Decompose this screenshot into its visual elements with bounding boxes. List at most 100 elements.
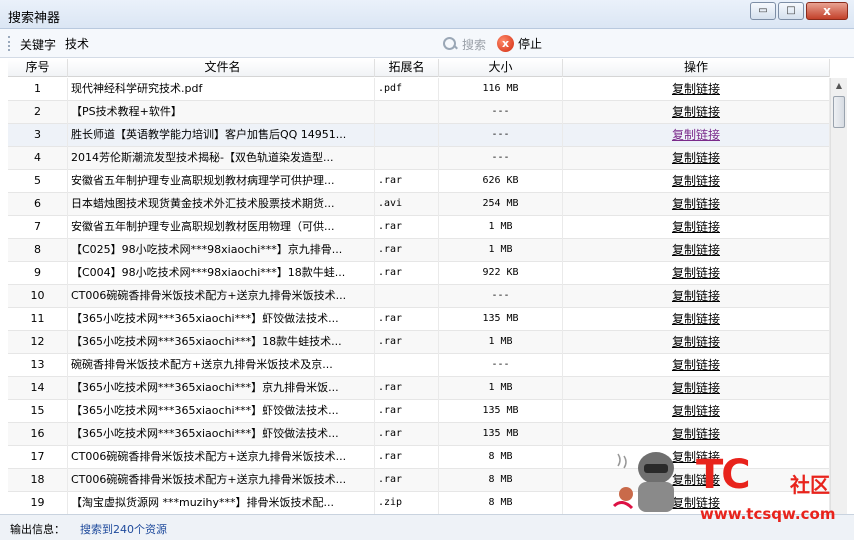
stop-button[interactable]: x 停止	[497, 33, 542, 54]
row-filename: 安徽省五年制护理专业高职规划教材病理学可供护理...	[68, 170, 375, 193]
scroll-thumb[interactable]	[833, 96, 845, 128]
table-row[interactable]: 9 【C004】98小吃技术网***98xiaochi***】18款牛蛙... .r…	[8, 262, 830, 285]
row-filename: 【365小吃技术网***365xiaochi***】虾饺做法技术...	[68, 423, 375, 446]
copy-link-button[interactable]: 复制链接	[672, 473, 720, 487]
row-action-cell: 复制链接	[563, 446, 830, 469]
window-controls: ▭ □ x	[750, 2, 848, 20]
row-action-cell: 复制链接	[563, 170, 830, 193]
row-index: 19	[8, 492, 68, 514]
row-action-cell: 复制链接	[563, 262, 830, 285]
copy-link-button[interactable]: 复制链接	[672, 335, 720, 349]
row-action-cell: 复制链接	[563, 124, 830, 147]
header-size[interactable]: 大小	[439, 59, 563, 77]
table-row[interactable]: 1 现代神经科学研究技术.pdf .pdf 116 MB 复制链接	[8, 78, 830, 101]
header-action[interactable]: 操作	[563, 59, 830, 77]
copy-link-button[interactable]: 复制链接	[672, 243, 720, 257]
copy-link-button[interactable]: 复制链接	[672, 289, 720, 303]
copy-link-button[interactable]: 复制链接	[672, 266, 720, 280]
table-row[interactable]: 15 【365小吃技术网***365xiaochi***】虾饺做法技术... .ra…	[8, 400, 830, 423]
title-bar: 搜索神器 ▭ □ x	[0, 0, 854, 29]
table-row[interactable]: 2 【PS技术教程+软件】 --- 复制链接	[8, 101, 830, 124]
copy-link-button[interactable]: 复制链接	[672, 312, 720, 326]
row-extension: .rar	[375, 308, 439, 331]
table-row[interactable]: 4 2014芳伦斯潮流发型技术揭秘-【双色轨道染发造型... --- 复制链接	[8, 147, 830, 170]
table-row[interactable]: 6 日本蜡烛图技术现货黄金技术外汇技术股票技术期货... .avi 254 MB 复制链…	[8, 193, 830, 216]
row-extension: .rar	[375, 446, 439, 469]
header-extension[interactable]: 拓展名	[375, 59, 439, 77]
row-action-cell: 复制链接	[563, 193, 830, 216]
search-button-label: 搜索	[462, 37, 487, 52]
row-size: 922 KB	[439, 262, 563, 285]
copy-link-button[interactable]: 复制链接	[672, 151, 720, 165]
minimize-button[interactable]: ▭	[750, 2, 776, 20]
table-row[interactable]: 18 CT006碗碗香排骨米饭技术配方+送京九排骨米饭技术... .rar 8 MB 复…	[8, 469, 830, 492]
table-row[interactable]: 3 胜长师道【英语教学能力培训】客户加售后QQ 14951... --- 复制链接	[8, 124, 830, 147]
close-button[interactable]: x	[806, 2, 848, 20]
table-row[interactable]: 19 【淘宝虚拟货源网 ***muzihy***】排骨米饭技术配... .zip 8 …	[8, 492, 830, 514]
row-size: ---	[439, 285, 563, 308]
row-size: ---	[439, 354, 563, 377]
row-size: 1 MB	[439, 377, 563, 400]
row-index: 4	[8, 147, 68, 170]
table-row[interactable]: 17 CT006碗碗香排骨米饭技术配方+送京九排骨米饭技术... .rar 8 MB 复…	[8, 446, 830, 469]
row-index: 5	[8, 170, 68, 193]
stop-button-label: 停止	[518, 37, 543, 51]
row-index: 17	[8, 446, 68, 469]
scroll-up-icon[interactable]: ▲	[831, 78, 847, 94]
copy-link-button[interactable]: 复制链接	[672, 105, 720, 119]
copy-link-button[interactable]: 复制链接	[672, 427, 720, 441]
row-extension	[375, 101, 439, 124]
header-filename[interactable]: 文件名	[68, 59, 375, 77]
copy-link-button[interactable]: 复制链接	[672, 404, 720, 418]
results-table: 序号 文件名 拓展名 大小 操作 1 现代神经科学研究技术.pdf .pdf 116 …	[8, 59, 830, 514]
copy-link-button[interactable]: 复制链接	[672, 358, 720, 372]
maximize-button[interactable]: □	[778, 2, 804, 20]
table-row[interactable]: 10 CT006碗碗香排骨米饭技术配方+送京九排骨米饭技术... --- 复制链接	[8, 285, 830, 308]
table-row[interactable]: 13 碗碗香排骨米饭技术配方+送京九排骨米饭技术及京... --- 复制链接	[8, 354, 830, 377]
copy-link-button[interactable]: 复制链接	[672, 496, 720, 510]
row-action-cell: 复制链接	[563, 400, 830, 423]
row-filename: CT006碗碗香排骨米饭技术配方+送京九排骨米饭技术...	[68, 285, 375, 308]
row-filename: 现代神经科学研究技术.pdf	[68, 78, 375, 101]
row-index: 8	[8, 239, 68, 262]
copy-link-button[interactable]: 复制链接	[672, 220, 720, 234]
row-filename: 【C025】98小吃技术网***98xiaochi***】京九排骨...	[68, 239, 375, 262]
copy-link-button[interactable]: 复制链接	[672, 197, 720, 211]
vertical-scrollbar[interactable]: ▲	[830, 78, 847, 514]
row-size: 1 MB	[439, 216, 563, 239]
table-row[interactable]: 5 安徽省五年制护理专业高职规划教材病理学可供护理... .rar 626 KB 复制链…	[8, 170, 830, 193]
row-action-cell: 复制链接	[563, 423, 830, 446]
table-row[interactable]: 11 【365小吃技术网***365xiaochi***】虾饺做法技术... .ra…	[8, 308, 830, 331]
row-size: 1 MB	[439, 331, 563, 354]
toolbar-grip[interactable]	[8, 36, 11, 51]
table-row[interactable]: 16 【365小吃技术网***365xiaochi***】虾饺做法技术... .ra…	[8, 423, 830, 446]
row-index: 18	[8, 469, 68, 492]
row-size: 8 MB	[439, 492, 563, 514]
row-index: 7	[8, 216, 68, 239]
row-index: 15	[8, 400, 68, 423]
header-index[interactable]: 序号	[8, 59, 68, 77]
row-extension: .rar	[375, 400, 439, 423]
row-extension: .rar	[375, 469, 439, 492]
row-filename: 【PS技术教程+软件】	[68, 101, 375, 124]
row-filename: 碗碗香排骨米饭技术配方+送京九排骨米饭技术及京...	[68, 354, 375, 377]
row-index: 12	[8, 331, 68, 354]
row-size: 626 KB	[439, 170, 563, 193]
row-index: 2	[8, 101, 68, 124]
row-filename: CT006碗碗香排骨米饭技术配方+送京九排骨米饭技术...	[68, 446, 375, 469]
copy-link-button[interactable]: 复制链接	[672, 128, 720, 142]
table-row[interactable]: 14 【365小吃技术网***365xiaochi***】京九排骨米饭... .ra…	[8, 377, 830, 400]
copy-link-button[interactable]: 复制链接	[672, 450, 720, 464]
copy-link-button[interactable]: 复制链接	[672, 381, 720, 395]
keyword-input[interactable]	[62, 34, 434, 53]
row-extension: .rar	[375, 262, 439, 285]
row-size: 254 MB	[439, 193, 563, 216]
table-row[interactable]: 12 【365小吃技术网***365xiaochi***】18款牛蛙技术... .r…	[8, 331, 830, 354]
status-label: 输出信息：	[10, 523, 65, 536]
row-extension: .zip	[375, 492, 439, 514]
copy-link-button[interactable]: 复制链接	[672, 82, 720, 96]
search-button[interactable]: 搜索	[442, 34, 486, 54]
table-row[interactable]: 7 安徽省五年制护理专业高职规划教材医用物理（可供... .rar 1 MB 复制链接	[8, 216, 830, 239]
table-row[interactable]: 8 【C025】98小吃技术网***98xiaochi***】京九排骨... .ra…	[8, 239, 830, 262]
copy-link-button[interactable]: 复制链接	[672, 174, 720, 188]
